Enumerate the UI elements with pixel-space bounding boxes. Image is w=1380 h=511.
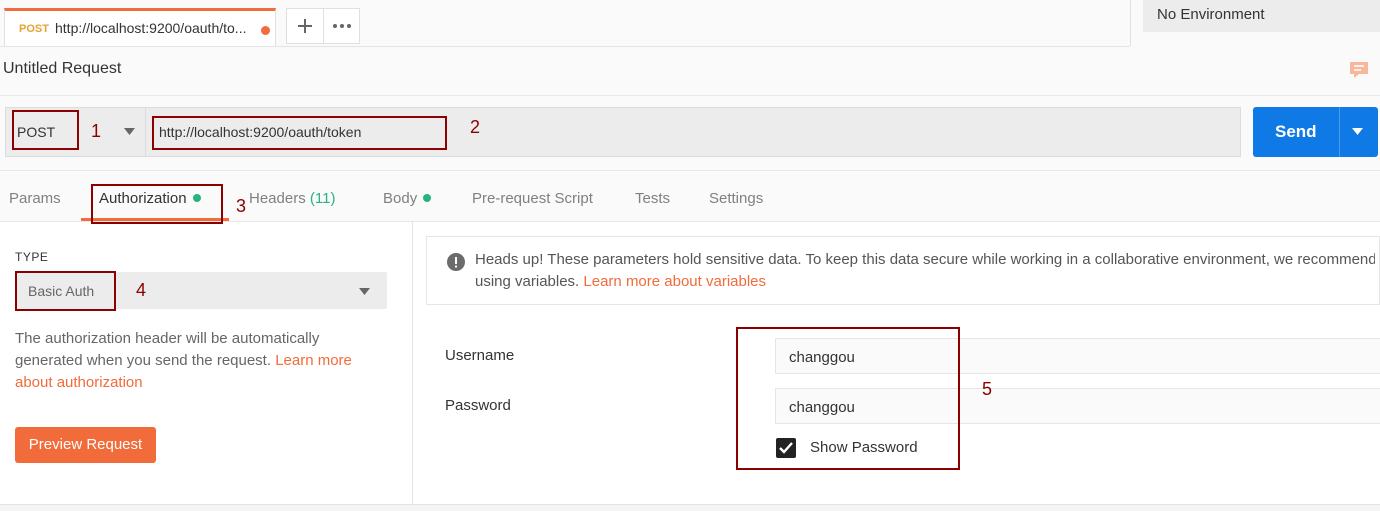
send-label: Send — [1275, 122, 1317, 141]
annotation-number-2: 2 — [470, 117, 481, 137]
annotation-box-2 — [152, 116, 447, 150]
auth-description-text: The authorization header will be automat… — [15, 330, 320, 369]
request-tab-method: POST — [19, 23, 49, 35]
headers-count: (11) — [309, 190, 336, 207]
status-dot-icon — [423, 194, 432, 202]
send-separator — [1339, 107, 1340, 157]
notice-line-2: using variables. — [475, 273, 584, 290]
tab-body[interactable]: Body — [383, 190, 432, 207]
unsaved-dot-icon — [261, 26, 270, 35]
annotation-number-5: 5 — [982, 379, 993, 399]
request-title[interactable]: Untitled Request — [3, 60, 121, 78]
learn-more-variables-link[interactable]: Learn more about variables — [583, 273, 766, 290]
annotation-number-4: 4 — [136, 280, 147, 300]
username-label: Username — [445, 347, 515, 364]
annotation-box-3 — [91, 184, 223, 224]
request-tab-name: http://localhost:9200/oauth/to... — [55, 20, 247, 36]
chevron-down-icon — [124, 128, 135, 135]
tab-headers-label: Headers — [249, 190, 306, 207]
chevron-down-icon — [359, 288, 370, 295]
environment-select[interactable]: No Environment — [1143, 0, 1380, 32]
annotation-box-5 — [736, 327, 960, 470]
auth-description: The authorization header will be automat… — [15, 328, 385, 394]
notice-text: Heads up! These parameters hold sensitiv… — [475, 249, 1375, 293]
tab-settings[interactable]: Settings — [709, 190, 763, 207]
annotation-number-1: 1 — [91, 121, 102, 141]
new-tab-button[interactable] — [286, 8, 324, 44]
request-tab[interactable]: POST http://localhost:9200/oauth/to... — [4, 8, 276, 46]
comment-icon — [1350, 62, 1368, 78]
more-icon — [332, 24, 351, 28]
warning-icon — [447, 253, 465, 271]
tab-prerequest[interactable]: Pre-request Script — [472, 190, 593, 207]
tab-options-button[interactable] — [323, 8, 360, 44]
send-button[interactable]: Send — [1253, 107, 1378, 157]
notice-line-1: Heads up! These parameters hold sensitiv… — [475, 251, 1375, 268]
annotation-box-4 — [15, 271, 116, 311]
plus-icon — [298, 19, 312, 33]
tab-headers[interactable]: Headers (11) — [249, 190, 335, 207]
annotation-number-3: 3 — [236, 196, 247, 216]
tab-params[interactable]: Params — [9, 190, 61, 207]
type-label: TYPE — [15, 250, 49, 264]
preview-request-button[interactable]: Preview Request — [15, 427, 156, 463]
annotation-box-1 — [12, 110, 79, 150]
env-divider — [1130, 0, 1131, 46]
sensitive-data-notice: Heads up! These parameters hold sensitiv… — [426, 236, 1380, 305]
tab-tests[interactable]: Tests — [635, 190, 670, 207]
divider — [0, 95, 1380, 96]
comments-button[interactable] — [1349, 60, 1369, 85]
chevron-down-icon[interactable] — [1352, 128, 1363, 135]
password-label: Password — [445, 397, 511, 414]
tab-body-label: Body — [383, 190, 418, 207]
divider — [0, 170, 1380, 171]
